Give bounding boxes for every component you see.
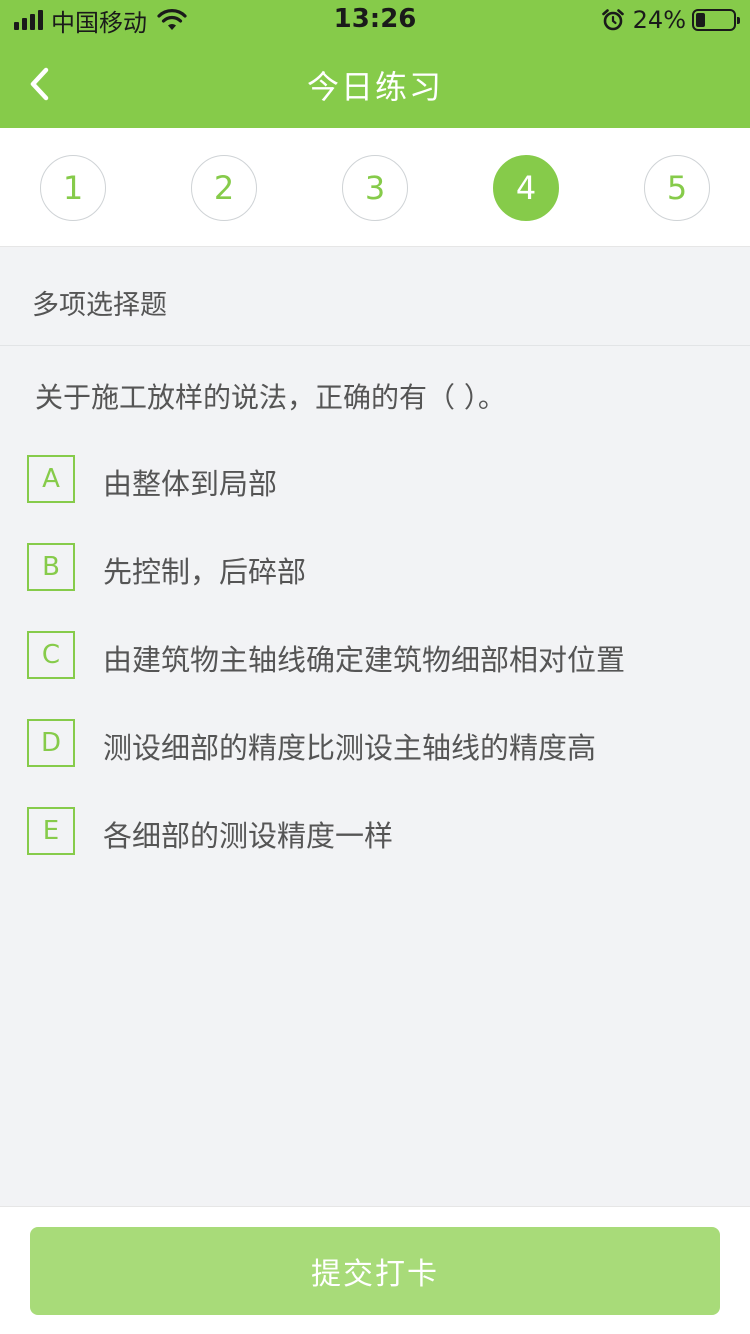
question-number-4[interactable]: 4: [493, 155, 559, 221]
option-key-d: D: [27, 719, 75, 767]
battery-fill: [696, 13, 705, 27]
option-key-e: E: [27, 807, 75, 855]
question-stem: 关于施工放样的说法，正确的有（ ）。: [35, 381, 506, 414]
option-text-b: 先控制，后碎部: [103, 555, 307, 589]
option-text-c: 由建筑物主轴线确定建筑物细部相对位置: [103, 643, 626, 677]
option-b[interactable]: B 先控制，后碎部: [27, 543, 727, 591]
battery-icon: [692, 9, 740, 31]
option-key-c: C: [27, 631, 75, 679]
nav-bar: 今日练习: [0, 40, 750, 128]
question-number-5[interactable]: 5: [644, 155, 710, 221]
question-number-1[interactable]: 1: [40, 155, 106, 221]
footer-bar: 提交打卡: [0, 1206, 750, 1334]
option-text-e: 各细部的测设精度一样: [103, 819, 394, 853]
option-text-d: 测设细部的精度比测设主轴线的精度高: [103, 731, 597, 765]
question-type: 多项选择题: [32, 290, 167, 321]
alarm-icon: [601, 9, 624, 31]
option-text-a: 由整体到局部: [103, 467, 278, 501]
option-d[interactable]: D 测设细部的精度比测设主轴线的精度高: [27, 719, 727, 767]
battery-percent: 24%: [632, 6, 686, 34]
question-number-2[interactable]: 2: [191, 155, 257, 221]
page-title: 今日练习: [306, 68, 443, 106]
option-key-b: B: [27, 543, 75, 591]
option-e[interactable]: E 各细部的测设精度一样: [27, 807, 727, 855]
option-c[interactable]: C 由建筑物主轴线确定建筑物细部相对位置: [27, 631, 727, 679]
status-right: 24%: [601, 4, 740, 36]
app-header: 中国移动 13:26 24% 今日练习: [0, 0, 750, 128]
question-number-nav: 1 2 3 4 5: [0, 128, 750, 247]
question-type-bar: 多项选择题: [0, 248, 750, 346]
question-number-3[interactable]: 3: [342, 155, 408, 221]
status-bar: 中国移动 13:26 24%: [0, 0, 750, 40]
submit-checkin-button[interactable]: 提交打卡: [30, 1227, 720, 1315]
option-key-a: A: [27, 455, 75, 503]
option-a[interactable]: A 由整体到局部: [27, 455, 727, 503]
